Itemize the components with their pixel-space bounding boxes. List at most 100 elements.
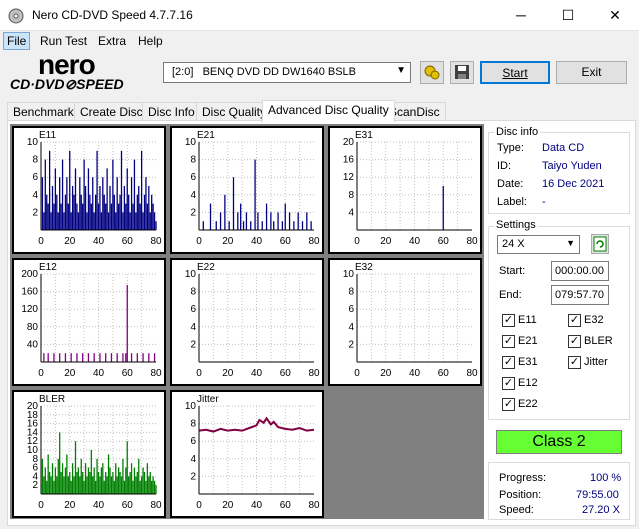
- tab-advanced-disc-quality[interactable]: Advanced Disc Quality: [262, 100, 395, 122]
- x-tick-label: 60: [280, 500, 292, 511]
- bar: [148, 353, 150, 362]
- bar: [116, 353, 118, 362]
- x-tick-label: 80: [150, 236, 162, 247]
- chart-svg: E31 4 8 12 16 20 0 20 40 60 80: [343, 130, 478, 247]
- drive-settings-button[interactable]: [420, 61, 444, 84]
- x-tick-label: 0: [196, 368, 202, 379]
- bar: [129, 472, 131, 494]
- bar: [69, 150, 71, 230]
- bar: [155, 221, 157, 230]
- checkbox-label: E32: [584, 314, 604, 326]
- checkbox-label: E22: [518, 398, 538, 410]
- speed-select[interactable]: 24 X ▼: [497, 235, 580, 254]
- bar: [122, 458, 124, 494]
- bar: [93, 467, 95, 494]
- x-tick-label: 60: [280, 236, 292, 247]
- minimize-button[interactable]: ─: [498, 0, 544, 31]
- app-icon: [8, 8, 24, 24]
- bar: [125, 467, 127, 494]
- bar: [143, 472, 146, 494]
- chart-title: E32: [355, 262, 373, 273]
- position-label: Position:: [499, 489, 542, 501]
- start-button[interactable]: Start: [480, 61, 550, 84]
- menu-extra[interactable]: Extra: [95, 34, 129, 48]
- x-tick-label: 40: [93, 368, 105, 379]
- tab-disc-info[interactable]: Disc Info: [142, 102, 201, 121]
- checkbox-jitter[interactable]: ✓: [568, 356, 581, 369]
- checkbox-e12[interactable]: ✓: [502, 377, 515, 390]
- bar: [281, 221, 284, 230]
- bar: [228, 221, 230, 230]
- speed-label: Speed:: [499, 504, 534, 516]
- menu-help[interactable]: Help: [135, 34, 166, 48]
- bar: [109, 186, 111, 230]
- y-tick-label: 8: [190, 419, 196, 430]
- checkbox-e31[interactable]: ✓: [502, 356, 515, 369]
- menu-run-test[interactable]: Run Test: [37, 34, 90, 48]
- logo-speed-text: CD·DVD⊘SPEED: [10, 76, 124, 92]
- tab-create-disc[interactable]: Create Disc: [74, 102, 149, 121]
- bar: [140, 476, 143, 494]
- chart-e21: E21 2 4 6 8 10 0 20 40 60 80: [170, 126, 324, 254]
- bar: [93, 212, 95, 230]
- series-line: [198, 416, 315, 433]
- bar: [87, 467, 90, 494]
- x-tick-label: 0: [38, 368, 44, 379]
- bar: [237, 212, 239, 230]
- bar: [60, 472, 62, 494]
- y-tick-label: 16: [343, 155, 355, 166]
- checkbox-bler[interactable]: ✓: [568, 335, 581, 348]
- refresh-button[interactable]: [591, 234, 609, 254]
- bar: [136, 353, 138, 362]
- exit-button[interactable]: Exit: [556, 61, 627, 84]
- bar: [142, 467, 144, 494]
- bar: [86, 476, 88, 494]
- bar: [54, 168, 57, 230]
- refresh-icon: [593, 236, 607, 252]
- bar: [51, 186, 54, 230]
- checkbox-e32[interactable]: ✓: [568, 314, 581, 327]
- bar: [92, 476, 94, 494]
- x-tick-label: 20: [222, 500, 234, 511]
- chart-svg: Jitter 2 4 6 8 10 0 20 40 60 80: [185, 394, 320, 511]
- bar: [110, 353, 113, 362]
- bar: [99, 476, 101, 494]
- chart-svg: E32 2 4 6 8 10 0 20 40 60 80: [343, 262, 478, 379]
- chart-bler: BLER 2 4 6 8 10 12 14 16 18 20 0 20 40 60 80: [12, 390, 166, 518]
- chart-svg: E11 2 4 6 8 10 0 20 40 60 80: [27, 130, 162, 247]
- bar: [130, 353, 133, 362]
- save-button[interactable]: [450, 61, 474, 84]
- disc-type-value: Data CD: [542, 142, 585, 154]
- bar: [93, 353, 95, 362]
- bar: [56, 194, 58, 230]
- menu-file[interactable]: File: [3, 32, 31, 50]
- bar: [105, 472, 107, 494]
- checkbox-e21[interactable]: ✓: [502, 335, 515, 348]
- disc-date-label: Date:: [497, 178, 524, 190]
- class-result: Class 2: [496, 430, 622, 454]
- bar: [96, 150, 98, 230]
- bar: [102, 177, 104, 230]
- close-button[interactable]: ✕: [592, 0, 638, 31]
- maximize-button[interactable]: ☐: [545, 0, 591, 31]
- bar: [119, 194, 121, 230]
- drive-select[interactable]: [2:0] BENQ DVD DD DW1640 BSLB ▼: [163, 62, 411, 83]
- checkbox-e22[interactable]: ✓: [502, 398, 515, 411]
- bar: [46, 194, 48, 230]
- x-tick-label: 0: [196, 236, 202, 247]
- checkbox-e11[interactable]: ✓: [502, 314, 515, 327]
- bar: [115, 463, 117, 494]
- end-time-input[interactable]: 079:57.70: [551, 285, 609, 305]
- bar: [97, 203, 100, 230]
- start-time-input[interactable]: 000:00.00: [551, 261, 609, 281]
- bar: [125, 203, 127, 230]
- tab-disc-quality[interactable]: Disc Quality: [196, 102, 273, 121]
- bar: [59, 353, 61, 362]
- bar: [57, 212, 59, 230]
- bar: [100, 467, 103, 494]
- chart-svg: E22 2 4 6 8 10 0 20 40 60 80: [185, 262, 320, 379]
- bar: [110, 476, 113, 494]
- disc-id-value: Taiyo Yuden: [542, 160, 602, 172]
- bar: [133, 159, 136, 230]
- tab-benchmark[interactable]: Benchmark: [7, 102, 80, 121]
